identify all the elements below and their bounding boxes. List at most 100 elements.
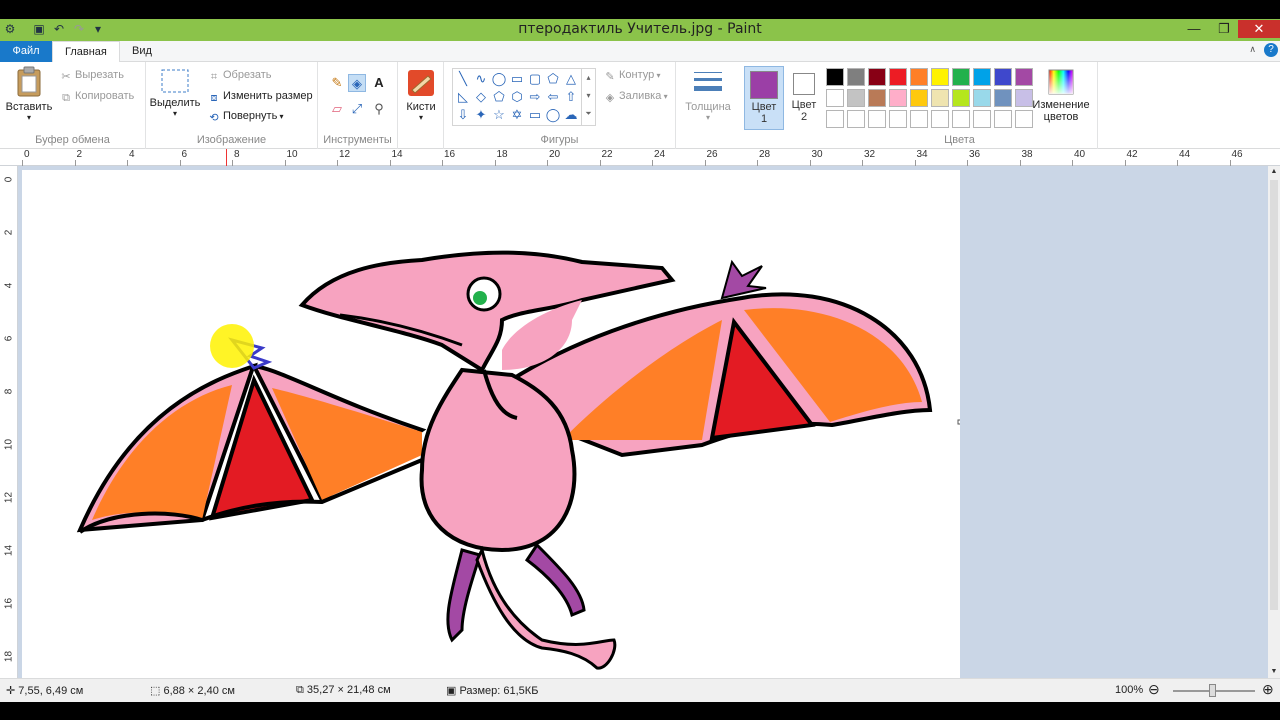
custom-color-slot[interactable] [973,110,991,128]
custom-color-slot[interactable] [910,110,928,128]
ruler-top-label: 32 [864,149,876,160]
ruler-left-label: 2 [3,229,15,236]
fill-bucket-icon[interactable]: ◈ [348,74,366,92]
cut-button[interactable]: ✂ Вырезать [60,69,124,83]
palette-swatch[interactable] [952,89,970,107]
right-triangle-shape-icon[interactable]: ◺ [454,88,472,106]
copy-button[interactable]: ⧉ Копировать [60,90,134,104]
color-picker-icon[interactable]: ⤢ [348,100,366,118]
text-tool-icon[interactable]: A [370,74,388,92]
close-button[interactable]: ✕ [1238,20,1280,38]
palette-swatch[interactable] [826,89,844,107]
help-icon[interactable]: ? [1264,43,1278,57]
up-arrow-shape-icon[interactable]: ⇧ [562,88,580,106]
zoom-out-icon[interactable]: ⊖ [1148,681,1160,698]
custom-color-slot[interactable] [889,110,907,128]
minimize-ribbon-icon[interactable]: ∧ [1249,44,1256,55]
palette-swatch[interactable] [847,68,865,86]
top-black-band [0,0,1280,19]
five-point-star-shape-icon[interactable]: ☆ [490,106,508,124]
ruler-left-label: 18 [3,650,15,663]
cloud-callout-shape-icon[interactable]: ☁ [562,106,580,124]
ruler-cursor-marker [226,149,227,166]
color1-button[interactable]: Цвет 1 [744,66,784,130]
down-arrow-shape-icon[interactable]: ⇩ [454,106,472,124]
minimize-button[interactable]: — [1180,20,1208,38]
line-shape-icon[interactable]: ╲ [454,70,472,88]
polygon-shape-icon[interactable]: ⬠ [544,70,562,88]
oval-callout-shape-icon[interactable]: ◯ [544,106,562,124]
palette-swatch[interactable] [973,89,991,107]
color2-button[interactable]: Цвет 2 [786,66,822,130]
shapes-scroll[interactable]: ▴ ▾ ⏷ [581,69,595,125]
workspace [18,166,1268,678]
custom-color-slot[interactable] [994,110,1012,128]
magnifier-icon[interactable]: ⚲ [370,100,388,118]
palette-swatch[interactable] [826,68,844,86]
ruler-top-label: 26 [706,149,718,160]
left-arrow-shape-icon[interactable]: ⇦ [544,88,562,106]
palette-swatch[interactable] [910,89,928,107]
oval-shape-icon[interactable]: ◯ [490,70,508,88]
scroll-down-arrow-icon[interactable]: ▼ [1268,666,1280,678]
pencil-icon[interactable]: ✎ [328,74,346,92]
crop-button[interactable]: ⌗ Обрезать [208,69,272,83]
eraser-icon[interactable]: ▱ [328,100,346,118]
palette-swatch[interactable] [973,68,991,86]
scrollbar-thumb[interactable] [1270,180,1278,610]
palette-swatch[interactable] [847,89,865,107]
palette-swatch[interactable] [952,68,970,86]
palette-swatch[interactable] [868,89,886,107]
zoom-slider-thumb[interactable] [1209,684,1216,697]
resize-button[interactable]: ⧈ Изменить размер [208,90,313,104]
palette-swatch[interactable] [931,68,949,86]
palette-swatch[interactable] [994,89,1012,107]
triangle-shape-icon[interactable]: △ [562,70,580,88]
zoom-in-icon[interactable]: ⊕ [1262,681,1274,698]
outline-button[interactable]: ✎ Контур ▾ [604,69,660,83]
pentagon-shape-icon[interactable]: ⬠ [490,88,508,106]
thickness-button[interactable]: Толщина ▾ [682,68,734,122]
copy-label: Копировать [75,90,135,102]
diamond-shape-icon[interactable]: ◇ [472,88,490,106]
scroll-up-arrow-icon[interactable]: ▲ [1268,166,1280,178]
fill-button[interactable]: ◈ Заливка ▾ [604,90,668,104]
six-point-star-shape-icon[interactable]: ✡ [508,106,526,124]
image-group-label: Изображение [196,134,267,146]
file-size-text: Размер: 61,5КБ [459,685,539,697]
tab-view[interactable]: Вид [120,41,164,63]
select-button[interactable]: Выделить ▾ [149,68,201,118]
tab-home[interactable]: Главная [52,41,120,63]
ruler-left-label: 4 [3,282,15,289]
palette-swatch[interactable] [889,89,907,107]
image-size-icon: ⧉ [296,684,307,696]
brushes-button[interactable]: Кисти ▾ [402,68,440,122]
rectangle-shape-icon[interactable]: ▭ [508,70,526,88]
maximize-button[interactable]: ❐ [1210,20,1238,38]
canvas-resize-handle-right[interactable] [957,419,963,425]
palette-swatch[interactable] [889,68,907,86]
edit-colors-button[interactable]: Изменение цветов [1028,68,1094,123]
custom-color-slot[interactable] [868,110,886,128]
hexagon-shape-icon[interactable]: ⬡ [508,88,526,106]
rotate-button[interactable]: ⟲ Повернуть ▾ [208,110,283,124]
palette-swatch[interactable] [910,68,928,86]
ribbon-tabs: Файл Главная Вид ∧ ? [0,41,1280,63]
drawing-canvas[interactable] [22,170,963,678]
right-arrow-shape-icon[interactable]: ⇨ [526,88,544,106]
crop-icon: ⌗ [210,71,218,83]
curve-shape-icon[interactable]: ∿ [472,70,490,88]
vertical-scrollbar[interactable]: ▲ ▼ [1268,166,1280,678]
custom-color-slot[interactable] [826,110,844,128]
palette-swatch[interactable] [994,68,1012,86]
four-point-star-shape-icon[interactable]: ✦ [472,106,490,124]
palette-swatch[interactable] [931,89,949,107]
callout-shape-icon[interactable]: ▭ [526,106,544,124]
custom-color-slot[interactable] [847,110,865,128]
tab-file[interactable]: Файл [0,41,52,62]
paste-button[interactable]: Вставить ▾ [4,66,54,122]
custom-color-slot[interactable] [952,110,970,128]
custom-color-slot[interactable] [931,110,949,128]
rounded-rectangle-shape-icon[interactable]: ▢ [526,70,544,88]
palette-swatch[interactable] [868,68,886,86]
